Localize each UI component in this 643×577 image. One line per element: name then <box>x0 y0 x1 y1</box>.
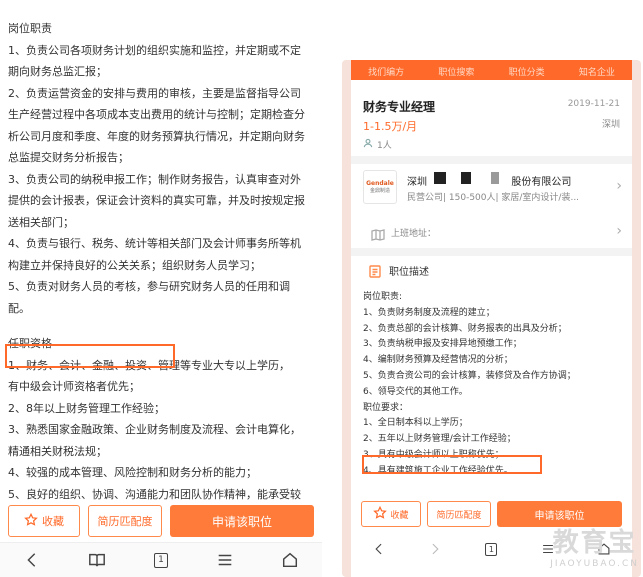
redaction <box>434 172 446 184</box>
watermark-text: 教育宝 <box>552 528 637 558</box>
tabs-icon[interactable]: 1 <box>477 537 505 561</box>
person-icon <box>363 138 373 151</box>
headcount: 1人 <box>363 138 392 151</box>
redaction <box>461 172 471 184</box>
tab-item[interactable]: 知名企业 <box>579 65 615 78</box>
requirement-item: 4、较强的成本管理、风险控制和财务分析的能力； <box>8 466 257 479</box>
company-card[interactable]: Gendale 金鼎制造 深圳 股份有限公司 民营公司| 150-500人| 家… <box>351 160 632 216</box>
company-name: 深圳 股份有限公司 <box>407 177 572 188</box>
job-description-right: 岗位职责: 1、负责财务制度及流程的建立； 2、负责总部的会计核算、财务报表的出… <box>363 290 625 480</box>
divider <box>351 248 632 256</box>
city: 深圳 <box>601 120 620 130</box>
collect-button[interactable]: 收藏 <box>8 505 80 537</box>
body-line: 6、领导交代的其他工作。 <box>363 386 468 397</box>
duty-item: 1、负责公司各项财务计划的组织实施和监控，并定期或不定期向财务总监汇报； <box>8 43 301 79</box>
logo-sub: 金鼎制造 <box>369 188 390 194</box>
back-icon[interactable] <box>18 548 46 572</box>
duties-title: 岗位职责 <box>8 22 52 35</box>
star-icon <box>373 505 388 523</box>
tab-item[interactable]: 找们编方 <box>368 65 404 78</box>
redaction <box>491 172 499 184</box>
body-line: 岗位职责: <box>363 292 403 302</box>
body-line: 2、负责总部的会计核算、财务报表的出具及分析； <box>363 323 567 334</box>
highlight-box <box>5 344 175 368</box>
address-label: 上班地址： <box>391 229 437 239</box>
logo-text: Gendale <box>366 180 394 187</box>
post-date: 2019-11-21 <box>567 99 620 109</box>
section-header: 职位描述 <box>351 256 632 284</box>
headcount-value: 1人 <box>377 141 392 151</box>
book-icon[interactable] <box>83 548 111 572</box>
duty-item: 4、负责与银行、税务、统计等相关部门及会计师事务所等机构建立并保持良好的公关关系… <box>8 237 301 272</box>
tabs-icon[interactable]: 1 <box>147 548 175 572</box>
tab-count: 1 <box>485 542 498 556</box>
body-line: 5、负责合资公司的会计核算，装修贷及合作方协调； <box>363 370 576 381</box>
address-row[interactable]: 上班地址： › <box>351 218 632 246</box>
right-phone-frame: 找们编方 职位搜索 职位分类 知名企业 财务专业经理 2019-11-21 1-… <box>342 60 641 577</box>
back-icon[interactable] <box>365 537 393 561</box>
apply-button[interactable]: 申请该职位 <box>170 505 314 537</box>
browser-navbar: 1 <box>0 542 322 577</box>
screenshot-root: 岗位职责 1、负责公司各项财务计划的组织实施和监控，并定期或不定期向财务总监汇报… <box>0 0 643 577</box>
body-line: 3、负责纳税申报及安排异地预缴工作； <box>363 339 522 350</box>
resume-match-button[interactable]: 简历匹配度 <box>88 505 162 537</box>
body-line: 2、五年以上财务管理/会计工作经验； <box>363 434 516 445</box>
right-phone-screen: 找们编方 职位搜索 职位分类 知名企业 财务专业经理 2019-11-21 1-… <box>351 60 632 577</box>
duty-item: 5、负责对财务人员的考核，参与研究财务人员的任用和调配。 <box>8 280 290 315</box>
tab-item[interactable]: 职位分类 <box>509 65 545 78</box>
document-icon <box>369 263 381 278</box>
body-line: 职位要求： <box>363 402 409 413</box>
requirement-item: 2、8年以上财务管理工作经验； <box>8 401 165 415</box>
map-icon <box>371 226 385 241</box>
collect-label: 收藏 <box>42 515 64 528</box>
left-phone-screen: 岗位职责 1、负责公司各项财务计划的组织实施和监控，并定期或不定期向财务总监汇报… <box>0 0 322 577</box>
body-line: 1、负责财务制度及流程的建立； <box>363 307 495 318</box>
action-bar: 收藏 简历匹配度 申请该职位 <box>0 500 322 542</box>
requirement-item-highlighted: 有中级会计师资格者优先； <box>8 380 140 393</box>
company-meta: 民营公司| 150-500人| 家居/室内设计/装... <box>407 193 580 203</box>
top-tab-bar: 找们编方 职位搜索 职位分类 知名企业 <box>351 60 632 80</box>
watermark-sub: JIAOYUBAO.CN <box>550 559 639 569</box>
duty-item: 3、负责公司的纳税申报工作；制作财务报告，认真审查对外提供的会计报表，保证会计资… <box>8 172 305 229</box>
body-line: 4、编制财务预算及经营情况的分析； <box>363 355 513 366</box>
company-logo: Gendale 金鼎制造 <box>363 170 397 204</box>
watermark: 教育宝 JIAOYUBAO.CN <box>550 522 639 569</box>
resume-match-button[interactable]: 简历匹配度 <box>427 501 491 527</box>
job-description-left: 岗位职责 1、负责公司各项财务计划的组织实施和监控，并定期或不定期向财务总监汇报… <box>8 18 310 527</box>
tab-item[interactable]: 职位搜索 <box>438 65 474 78</box>
job-title: 财务专业经理 <box>363 100 436 114</box>
home-icon[interactable] <box>276 548 304 572</box>
tab-count: 1 <box>153 552 168 568</box>
chevron-right-icon: › <box>616 178 622 194</box>
section-title: 职位描述 <box>389 267 429 278</box>
body-line: 1、全日制本科以上学历； <box>363 418 468 429</box>
star-icon <box>24 512 38 530</box>
duty-item: 2、负责运营资金的安排与费用的审核，主要是监督指导公司生产经营过程中各项成本支出… <box>8 86 305 165</box>
chevron-right-icon: › <box>616 223 622 239</box>
requirement-item: 3、熟悉国家金融政策、企业财务制度及流程、会计电算化，精通相关财税法规； <box>8 423 301 458</box>
collect-label: 收藏 <box>390 510 409 521</box>
forward-icon[interactable] <box>421 537 449 561</box>
collect-button[interactable]: 收藏 <box>361 501 421 527</box>
highlight-box <box>362 455 542 474</box>
salary: 1-1.5万/月 <box>363 120 418 133</box>
menu-icon[interactable] <box>211 548 239 572</box>
